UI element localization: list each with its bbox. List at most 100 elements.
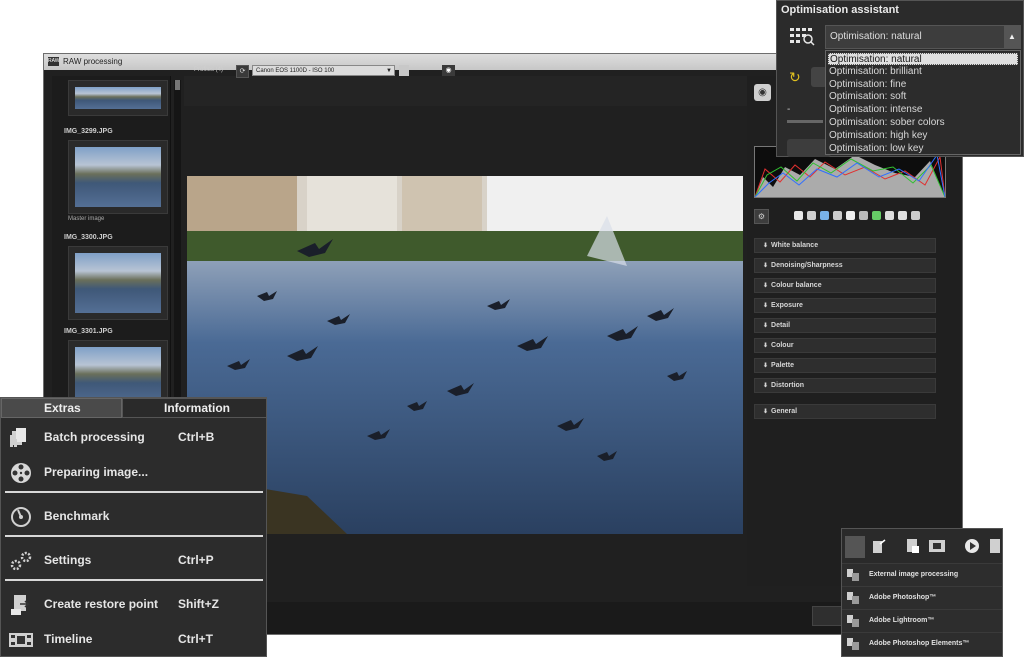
section-detail[interactable]: ⬇ Detail bbox=[754, 318, 936, 333]
optimisation-option[interactable]: Optimisation: sober colors bbox=[828, 117, 1018, 129]
optimisation-select[interactable]: Optimisation: natural ▲ bbox=[825, 25, 1021, 49]
optimisation-option[interactable]: Optimisation: soft bbox=[828, 91, 1018, 103]
section-label: White balance bbox=[771, 242, 819, 249]
section-general[interactable]: ⬇ General bbox=[754, 404, 936, 419]
filmstrip-icon[interactable] bbox=[928, 538, 946, 554]
optimisation-assistant-popup: Optimisation assistant ↻ - Optimisation:… bbox=[776, 0, 1024, 157]
gear-icon[interactable]: ⚙ bbox=[754, 209, 769, 224]
gears-icon bbox=[8, 550, 34, 572]
export-icon[interactable] bbox=[872, 538, 886, 554]
optimisation-option[interactable]: Optimisation: high key bbox=[828, 130, 1018, 142]
section-label: Colour bbox=[771, 342, 794, 349]
app-logo-icon: RAW bbox=[48, 57, 60, 66]
menu-item-timeline[interactable]: Timeline Ctrl+T bbox=[4, 624, 263, 654]
thumbnail-img-3299[interactable] bbox=[68, 140, 168, 214]
chevron-up-icon[interactable]: ▲ bbox=[1004, 26, 1020, 48]
external-app-icon bbox=[846, 614, 860, 628]
profile-select[interactable]: Canon EOS 1100D - ISO 100 ▼ bbox=[252, 65, 395, 76]
section-colour-balance[interactable]: ⬇ Colour balance bbox=[754, 278, 936, 293]
eye-icon[interactable]: ◉ bbox=[754, 84, 771, 101]
scrollbar-thumb[interactable] bbox=[175, 80, 180, 90]
profile-select-value: Canon EOS 1100D - ISO 100 bbox=[256, 68, 335, 74]
section-label: Distortion bbox=[771, 382, 805, 389]
menu-item-shortcut: Ctrl+T bbox=[178, 632, 214, 646]
speedometer-icon bbox=[8, 506, 34, 528]
thumbnail-image bbox=[75, 253, 161, 313]
master-image-label: Master image bbox=[68, 216, 105, 222]
panel-tab-icon[interactable] bbox=[846, 211, 855, 220]
section-palette[interactable]: ⬇ Palette bbox=[754, 358, 936, 373]
refresh-icon[interactable]: ↻ bbox=[789, 69, 801, 86]
tab-information[interactable]: Information bbox=[122, 398, 267, 418]
panel-tab-icon[interactable] bbox=[820, 211, 829, 220]
extras-menu: Extras Information Batch processing Ctrl… bbox=[0, 397, 267, 657]
panel-tab-icon[interactable] bbox=[885, 211, 894, 220]
thumbnail-filename: IMG_3301.JPG bbox=[64, 328, 113, 335]
preview-toolbar bbox=[184, 76, 749, 106]
menu-item-preparing-image[interactable]: Preparing image... bbox=[4, 457, 263, 487]
external-item-label: Adobe Photoshop™ bbox=[869, 594, 937, 601]
tab-extras[interactable]: Extras bbox=[1, 398, 122, 418]
external-item[interactable]: Adobe Photoshop™ bbox=[842, 586, 1002, 609]
optimisation-option[interactable]: Optimisation: fine bbox=[828, 79, 1018, 91]
external-item[interactable]: Adobe Lightroom™ bbox=[842, 609, 1002, 632]
arrow-down-icon: ⬇ bbox=[763, 323, 769, 329]
arrow-down-icon: ⬇ bbox=[763, 343, 769, 349]
section-denoising-sharpness[interactable]: ⬇ Denoising/Sharpness bbox=[754, 258, 936, 273]
panel-tab-icon[interactable] bbox=[872, 211, 881, 220]
film-reel-icon bbox=[8, 462, 34, 484]
profiles-label: Profiles (4) bbox=[194, 67, 224, 73]
menu-item-benchmark[interactable]: Benchmark bbox=[4, 501, 263, 531]
menu-item-shortcut: Shift+Z bbox=[178, 597, 219, 611]
external-app-icon bbox=[846, 637, 860, 651]
panel-tab-icon[interactable] bbox=[794, 211, 803, 220]
play-icon[interactable] bbox=[964, 538, 980, 554]
panel-tab-icon[interactable] bbox=[807, 211, 816, 220]
thumbnail-image bbox=[75, 147, 161, 207]
preview-image[interactable] bbox=[187, 176, 743, 534]
external-item[interactable]: Adobe Photoshop Elements™ bbox=[842, 632, 1002, 655]
external-processing-menu: External image processing Adobe Photoshop… bbox=[841, 528, 1003, 657]
panel-tab-icon[interactable] bbox=[898, 211, 907, 220]
arrow-down-icon: ⬇ bbox=[763, 409, 769, 415]
optimisation-grid-icon bbox=[789, 26, 815, 46]
profile-document-icon[interactable] bbox=[399, 65, 409, 76]
section-label: Colour balance bbox=[771, 282, 822, 289]
section-colour[interactable]: ⬇ Colour bbox=[754, 338, 936, 353]
panel-tab-icon[interactable] bbox=[833, 211, 842, 220]
camera-icon[interactable]: ◉ bbox=[442, 65, 455, 76]
chevron-down-icon: ▼ bbox=[386, 68, 392, 74]
save-document-icon[interactable] bbox=[906, 538, 920, 554]
menu-item-settings[interactable]: Settings Ctrl+P bbox=[4, 545, 263, 575]
external-item-label: Adobe Photoshop Elements™ bbox=[869, 640, 970, 647]
menu-item-create-restore-point[interactable]: Create restore point Shift+Z bbox=[4, 589, 263, 619]
optimisation-option[interactable]: Optimisation: low key bbox=[828, 143, 1018, 155]
menu-item-label: Benchmark bbox=[44, 509, 110, 523]
section-distortion[interactable]: ⬇ Distortion bbox=[754, 378, 936, 393]
menu-item-batch-processing[interactable]: Batch processing Ctrl+B bbox=[4, 422, 263, 452]
menu-item-label: Preparing image... bbox=[44, 465, 149, 479]
section-exposure[interactable]: ⬇ Exposure bbox=[754, 298, 936, 313]
info-panel-icon[interactable] bbox=[990, 538, 1000, 554]
optimisation-option[interactable]: Optimisation: intense bbox=[828, 104, 1018, 116]
panel-tab-icon[interactable] bbox=[859, 211, 868, 220]
strength-slider[interactable] bbox=[787, 120, 823, 123]
section-label: Exposure bbox=[771, 302, 803, 309]
thumbnail-previous[interactable] bbox=[68, 80, 168, 116]
thumbnail-img-3300[interactable] bbox=[68, 246, 168, 320]
batch-icon bbox=[8, 427, 34, 449]
external-toolbar bbox=[842, 529, 1002, 564]
section-label: General bbox=[771, 408, 798, 415]
optimisation-dropdown-list: Optimisation: natural Optimisation: brill… bbox=[825, 50, 1021, 155]
arrow-down-icon: ⬇ bbox=[763, 303, 769, 309]
optimisation-title: Optimisation assistant bbox=[781, 4, 899, 16]
window-title: RAW processing bbox=[63, 57, 123, 66]
panel-tab-icon[interactable] bbox=[911, 211, 920, 220]
section-white-balance[interactable]: ⬇ White balance bbox=[754, 238, 936, 253]
optimisation-option[interactable]: Optimisation: natural bbox=[828, 53, 1018, 65]
profile-sync-icon[interactable]: ⟳ bbox=[236, 65, 249, 78]
thumbnail-filename: IMG_3299.JPG bbox=[64, 128, 113, 135]
external-processing-toolbar-button[interactable] bbox=[845, 536, 865, 558]
optimisation-option[interactable]: Optimisation: brilliant bbox=[828, 66, 1018, 78]
external-item[interactable]: External image processing bbox=[842, 563, 1002, 586]
